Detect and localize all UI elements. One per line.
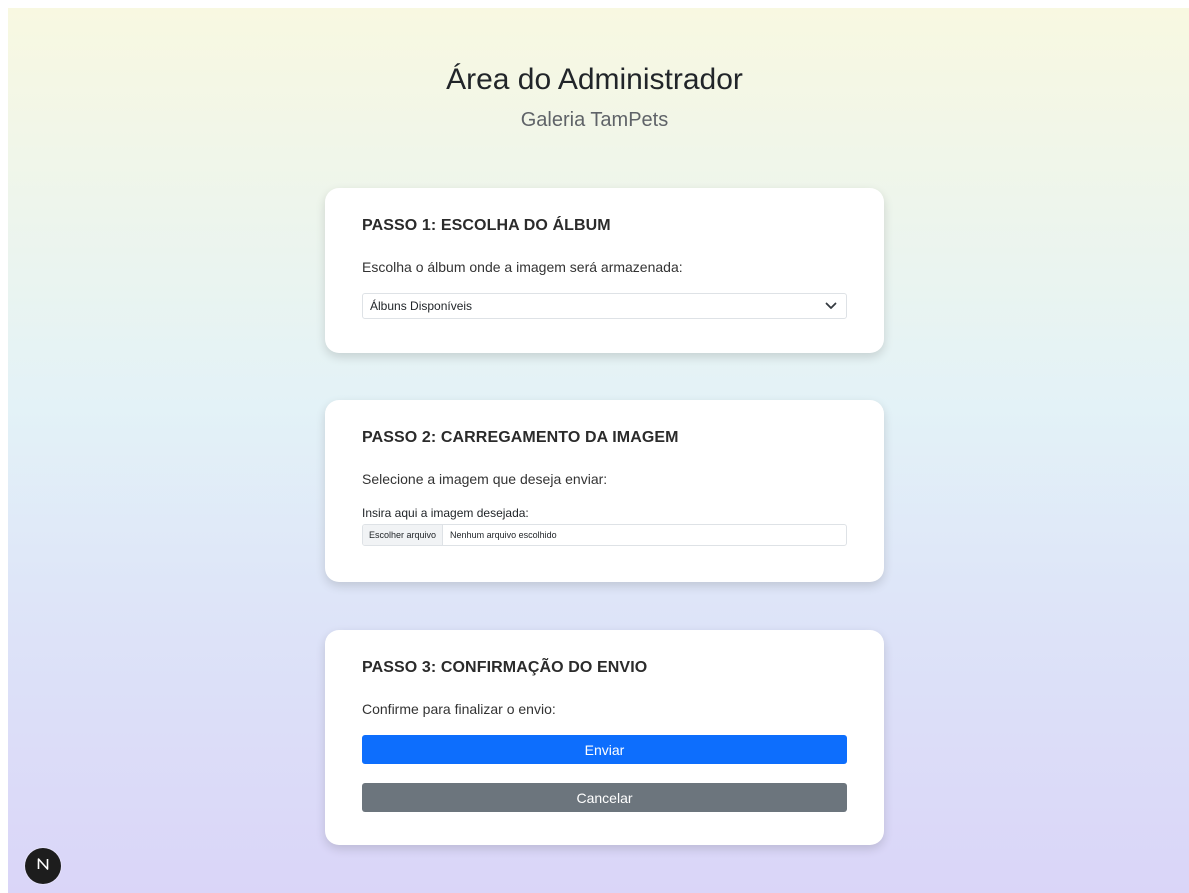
nextjs-dev-badge[interactable] bbox=[25, 848, 61, 884]
step2-description: Selecione a imagem que deseja enviar: bbox=[362, 471, 608, 487]
album-select-value: Álbuns Disponíveis bbox=[370, 299, 473, 313]
album-select[interactable]: Álbuns Disponíveis bbox=[362, 293, 847, 319]
chevron-down-icon bbox=[824, 299, 838, 313]
step1-title: PASSO 1: ESCOLHA DO ÁLBUM bbox=[362, 217, 611, 234]
step3-title: PASSO 3: CONFIRMAÇÃO DO ENVIO bbox=[362, 659, 648, 676]
cancel-button[interactable]: Cancelar bbox=[362, 783, 847, 812]
page-header: Área do Administrador Galeria TamPets bbox=[0, 62, 1189, 132]
choose-file-button[interactable]: Escolher arquivo bbox=[363, 525, 444, 545]
step3-description: Confirme para finalizar o envio: bbox=[362, 701, 556, 717]
page-subtitle: Galeria TamPets bbox=[520, 109, 669, 131]
file-input[interactable]: Escolher arquivo Nenhum arquivo escolhid… bbox=[362, 524, 847, 546]
page-title: Área do Administrador bbox=[446, 63, 743, 96]
step3-card: PASSO 3: CONFIRMAÇÃO DO ENVIO Confirme p… bbox=[325, 630, 884, 845]
step1-card: PASSO 1: ESCOLHA DO ÁLBUM Escolha o álbu… bbox=[325, 188, 884, 353]
step2-title: PASSO 2: CARREGAMENTO DA IMAGEM bbox=[362, 429, 679, 446]
nextjs-logo-icon bbox=[35, 856, 51, 877]
step2-card: PASSO 2: CARREGAMENTO DA IMAGEM Selecion… bbox=[325, 400, 884, 582]
file-input-label: Insira aqui a imagem desejada: bbox=[362, 506, 529, 520]
submit-button[interactable]: Enviar bbox=[362, 735, 847, 764]
file-status-text: Nenhum arquivo escolhido bbox=[450, 530, 557, 540]
step1-description: Escolha o álbum onde a imagem será armaz… bbox=[362, 259, 683, 275]
